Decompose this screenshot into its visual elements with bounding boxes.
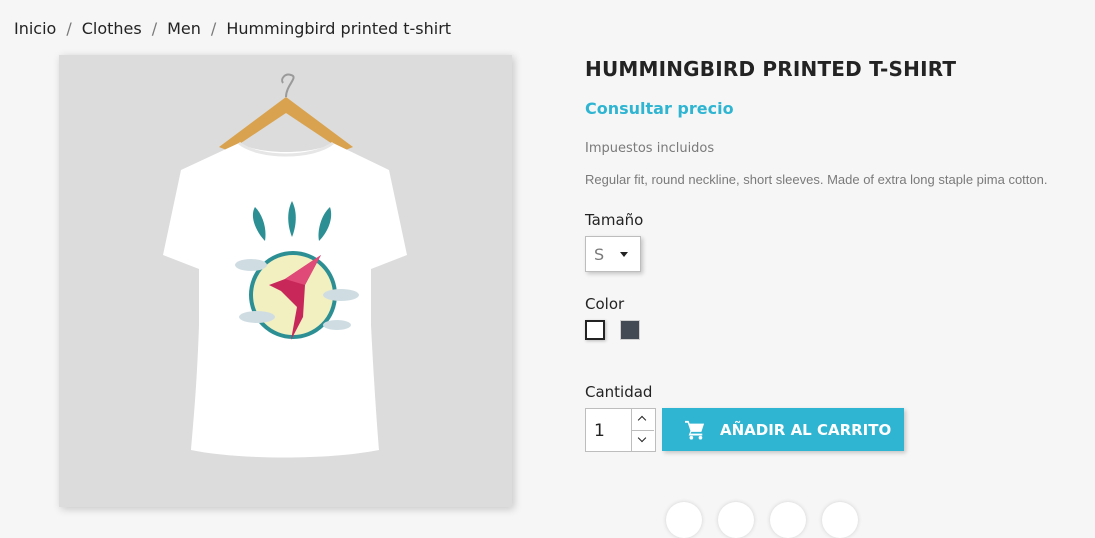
quantity-increase-button[interactable] [632, 409, 654, 431]
color-swatch-white[interactable] [585, 320, 605, 340]
size-label: Tamaño [585, 211, 644, 229]
product-image[interactable] [59, 55, 512, 507]
breadcrumb-separator: / [210, 19, 217, 38]
breadcrumb-clothes-link[interactable]: Clothes [82, 19, 142, 38]
quantity-stepper[interactable]: 1 [585, 408, 656, 452]
quantity-label: Cantidad [585, 383, 653, 401]
shopping-cart-icon [685, 420, 705, 440]
add-to-cart-label: AÑADIR AL CARRITO [720, 420, 892, 439]
breadcrumb-men-link[interactable]: Men [167, 19, 201, 38]
breadcrumb-home-link[interactable]: Inicio [14, 19, 56, 38]
tshirt-image [163, 73, 407, 458]
quantity-input[interactable]: 1 [594, 421, 605, 441]
color-label: Color [585, 295, 625, 313]
share-button-twitter[interactable] [718, 502, 754, 538]
size-selected-value: S [594, 245, 605, 264]
breadcrumb: Inicio / Clothes / Men / Hummingbird printed t… [14, 19, 451, 38]
breadcrumb-separator: / [66, 19, 72, 38]
product-title: HUMMINGBIRD PRINTED T-SHIRT [585, 57, 957, 81]
tax-note: Impuestos incluidos [585, 141, 715, 156]
breadcrumb-separator: / [151, 19, 158, 38]
quantity-buttons [631, 409, 655, 451]
share-button-more[interactable] [822, 502, 858, 538]
price-label: Consultar precio [585, 99, 734, 118]
quantity-decrease-button[interactable] [632, 430, 654, 451]
breadcrumb-current: Hummingbird printed t-shirt [226, 19, 452, 38]
color-swatch-dark-gray[interactable] [620, 320, 640, 340]
product-description: Regular fit, round neckline, short sleev… [585, 172, 1048, 187]
share-button-facebook[interactable] [666, 502, 702, 538]
caret-down-icon [620, 252, 628, 257]
share-button-pinterest[interactable] [770, 502, 806, 538]
add-to-cart-button[interactable]: AÑADIR AL CARRITO [662, 408, 904, 451]
size-select[interactable]: S [585, 236, 641, 272]
